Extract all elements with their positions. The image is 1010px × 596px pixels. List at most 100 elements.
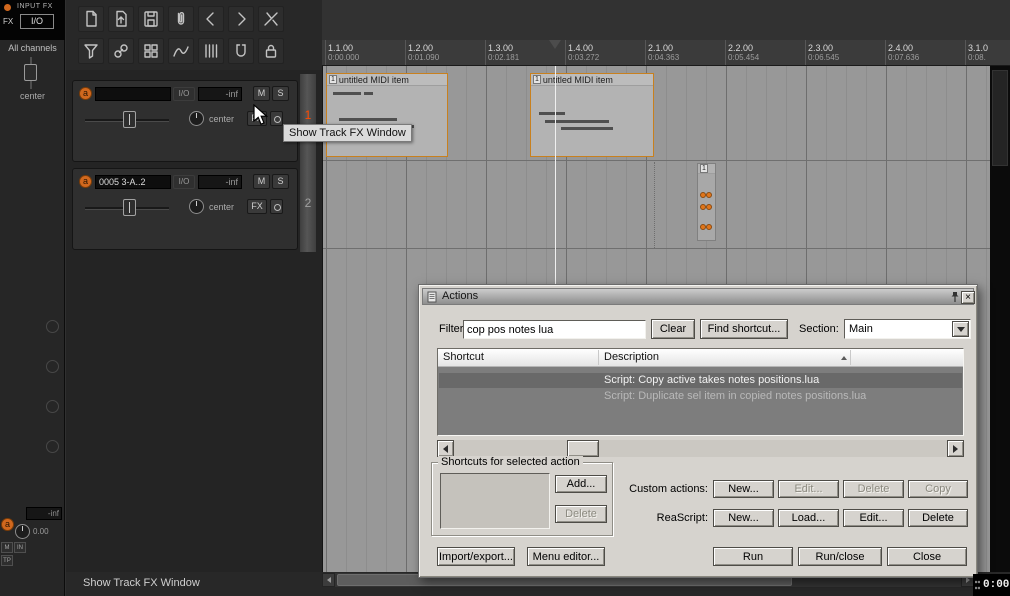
beat-label: 1.1.00 xyxy=(328,43,354,53)
pooled-midi-item[interactable]: 1 xyxy=(697,163,716,241)
snap-button[interactable] xyxy=(228,38,254,64)
track-number-2[interactable]: 2 xyxy=(300,196,316,210)
route-button[interactable]: I/O xyxy=(173,175,195,189)
filter-button[interactable] xyxy=(78,38,104,64)
undo-button[interactable] xyxy=(198,6,224,32)
column-header-description[interactable]: Description xyxy=(604,351,659,363)
section-dropdown[interactable]: Main xyxy=(844,319,971,339)
dropdown-button[interactable] xyxy=(952,321,969,337)
close-button[interactable]: × xyxy=(961,291,975,304)
playhead-marker-icon[interactable] xyxy=(549,40,561,49)
custom-delete-button[interactable]: Delete xyxy=(843,480,904,498)
close-dialog-button[interactable]: Close xyxy=(887,547,967,566)
vertical-scrollbar[interactable] xyxy=(990,66,1010,572)
redo-button[interactable] xyxy=(228,6,254,32)
master-pan-knob[interactable] xyxy=(15,524,30,539)
item-title-bar[interactable]: 1 xyxy=(698,164,715,174)
action-row[interactable]: Script: Duplicate sel item in copied not… xyxy=(439,389,962,404)
master-io-button[interactable]: I/O xyxy=(20,14,54,29)
dialog-titlebar[interactable]: Actions × xyxy=(422,288,975,305)
all-channels-button[interactable]: All channels xyxy=(0,43,65,53)
column-divider[interactable] xyxy=(850,350,851,365)
find-shortcut-button[interactable]: Find shortcut... xyxy=(700,319,788,339)
list-hscrollbar[interactable] xyxy=(437,440,964,457)
timeline-ruler[interactable]: 1.1.00 0:00.000 1.2.00 0:01.090 1.3.00 0:02… xyxy=(322,40,1010,66)
master-fader-handle[interactable] xyxy=(24,64,37,81)
column-divider[interactable] xyxy=(598,350,599,365)
custom-edit-button[interactable]: Edit... xyxy=(778,480,839,498)
reascript-delete-button[interactable]: Delete xyxy=(908,509,968,527)
action-list[interactable]: Shortcut Description Script: Copy active… xyxy=(437,348,964,436)
master-tp-button[interactable]: TP xyxy=(1,555,13,566)
custom-copy-button[interactable]: Copy xyxy=(908,480,968,498)
open-project-button[interactable] xyxy=(108,6,134,32)
scroll-thumb[interactable] xyxy=(567,440,599,457)
pin-button[interactable] xyxy=(949,291,961,304)
volume-slider-handle[interactable] xyxy=(123,199,136,216)
scroll-right-button[interactable] xyxy=(947,440,964,457)
delete-shortcut-button[interactable]: Delete xyxy=(555,505,607,523)
item-title-bar[interactable]: 1 untitled MIDI item xyxy=(531,74,653,86)
route-button[interactable]: I/O xyxy=(173,87,195,101)
run-close-button[interactable]: Run/close xyxy=(798,547,882,566)
filter-input[interactable] xyxy=(463,320,646,339)
fx-bypass-button[interactable] xyxy=(270,199,283,214)
shortcut-listbox[interactable] xyxy=(440,473,550,529)
fx-bypass-button[interactable] xyxy=(270,111,283,126)
custom-new-button[interactable]: New... xyxy=(713,480,774,498)
lock-button[interactable] xyxy=(258,38,284,64)
menu-editor-button[interactable]: Menu editor... xyxy=(527,547,605,566)
send-knob[interactable] xyxy=(46,320,59,333)
save-project-button[interactable] xyxy=(138,6,164,32)
grid-button[interactable] xyxy=(198,38,224,64)
track-panel-2[interactable]: a 0005 3-A..2 I/O -inf M S center FX xyxy=(72,168,298,250)
import-export-button[interactable]: Import/export... xyxy=(437,547,515,566)
reascript-load-button[interactable]: Load... xyxy=(778,509,839,527)
master-fader-track[interactable] xyxy=(24,57,37,89)
fx-button[interactable]: FX xyxy=(247,199,267,214)
solo-button[interactable]: S xyxy=(272,86,289,101)
hscroll-left-button[interactable] xyxy=(322,573,335,587)
clear-button[interactable]: Clear xyxy=(651,319,695,339)
scroll-left-button[interactable] xyxy=(437,440,454,457)
save-project-icon xyxy=(144,11,158,27)
master-in-button[interactable]: IN xyxy=(14,542,26,553)
action-row-selected[interactable]: Script: Copy active takes notes position… xyxy=(439,373,962,388)
record-arm-button[interactable]: a xyxy=(79,175,92,188)
track-divider-strip[interactable]: 1 2 xyxy=(300,74,316,252)
actions-dialog[interactable]: Actions × Filter: Clear Find shortcut...… xyxy=(418,284,978,578)
grouping-button[interactable] xyxy=(108,38,134,64)
vertical-scroll-thumb[interactable] xyxy=(992,70,1008,166)
pan-knob[interactable] xyxy=(189,111,204,126)
action-list-button[interactable] xyxy=(258,6,284,32)
master-mute-button[interactable]: M xyxy=(1,542,13,553)
volume-readout[interactable]: -inf xyxy=(198,175,242,189)
add-shortcut-button[interactable]: Add... xyxy=(555,475,607,493)
track-name-input[interactable] xyxy=(95,87,171,101)
midi-item-2[interactable]: 1 untitled MIDI item xyxy=(530,73,654,157)
project-settings-button[interactable] xyxy=(168,6,194,32)
transport-time-box[interactable]: 0:00 xyxy=(973,574,1010,596)
run-button[interactable]: Run xyxy=(713,547,793,566)
track-name-input[interactable]: 0005 3-A..2 xyxy=(95,175,171,189)
item-title-bar[interactable]: 1 untitled MIDI item xyxy=(327,74,447,86)
master-record-arm-button[interactable]: a xyxy=(1,518,14,531)
new-project-button[interactable] xyxy=(78,6,104,32)
reascript-new-button[interactable]: New... xyxy=(713,509,774,527)
send-knob[interactable] xyxy=(46,360,59,373)
mute-button[interactable]: M xyxy=(253,174,270,189)
mute-button[interactable]: M xyxy=(253,86,270,101)
pan-knob[interactable] xyxy=(189,199,204,214)
volume-slider-handle[interactable] xyxy=(123,111,136,128)
volume-readout[interactable]: -inf xyxy=(198,87,242,101)
docker-button[interactable] xyxy=(138,38,164,64)
track-number-1[interactable]: 1 xyxy=(300,108,316,122)
envelopes-button[interactable] xyxy=(168,38,194,64)
column-header-shortcut[interactable]: Shortcut xyxy=(443,351,484,363)
reascript-edit-button[interactable]: Edit... xyxy=(843,509,904,527)
solo-button[interactable]: S xyxy=(272,174,289,189)
send-knob[interactable] xyxy=(46,400,59,413)
send-knob[interactable] xyxy=(46,440,59,453)
midi-item-1[interactable]: 1 untitled MIDI item xyxy=(326,73,448,157)
record-arm-button[interactable]: a xyxy=(79,87,92,100)
